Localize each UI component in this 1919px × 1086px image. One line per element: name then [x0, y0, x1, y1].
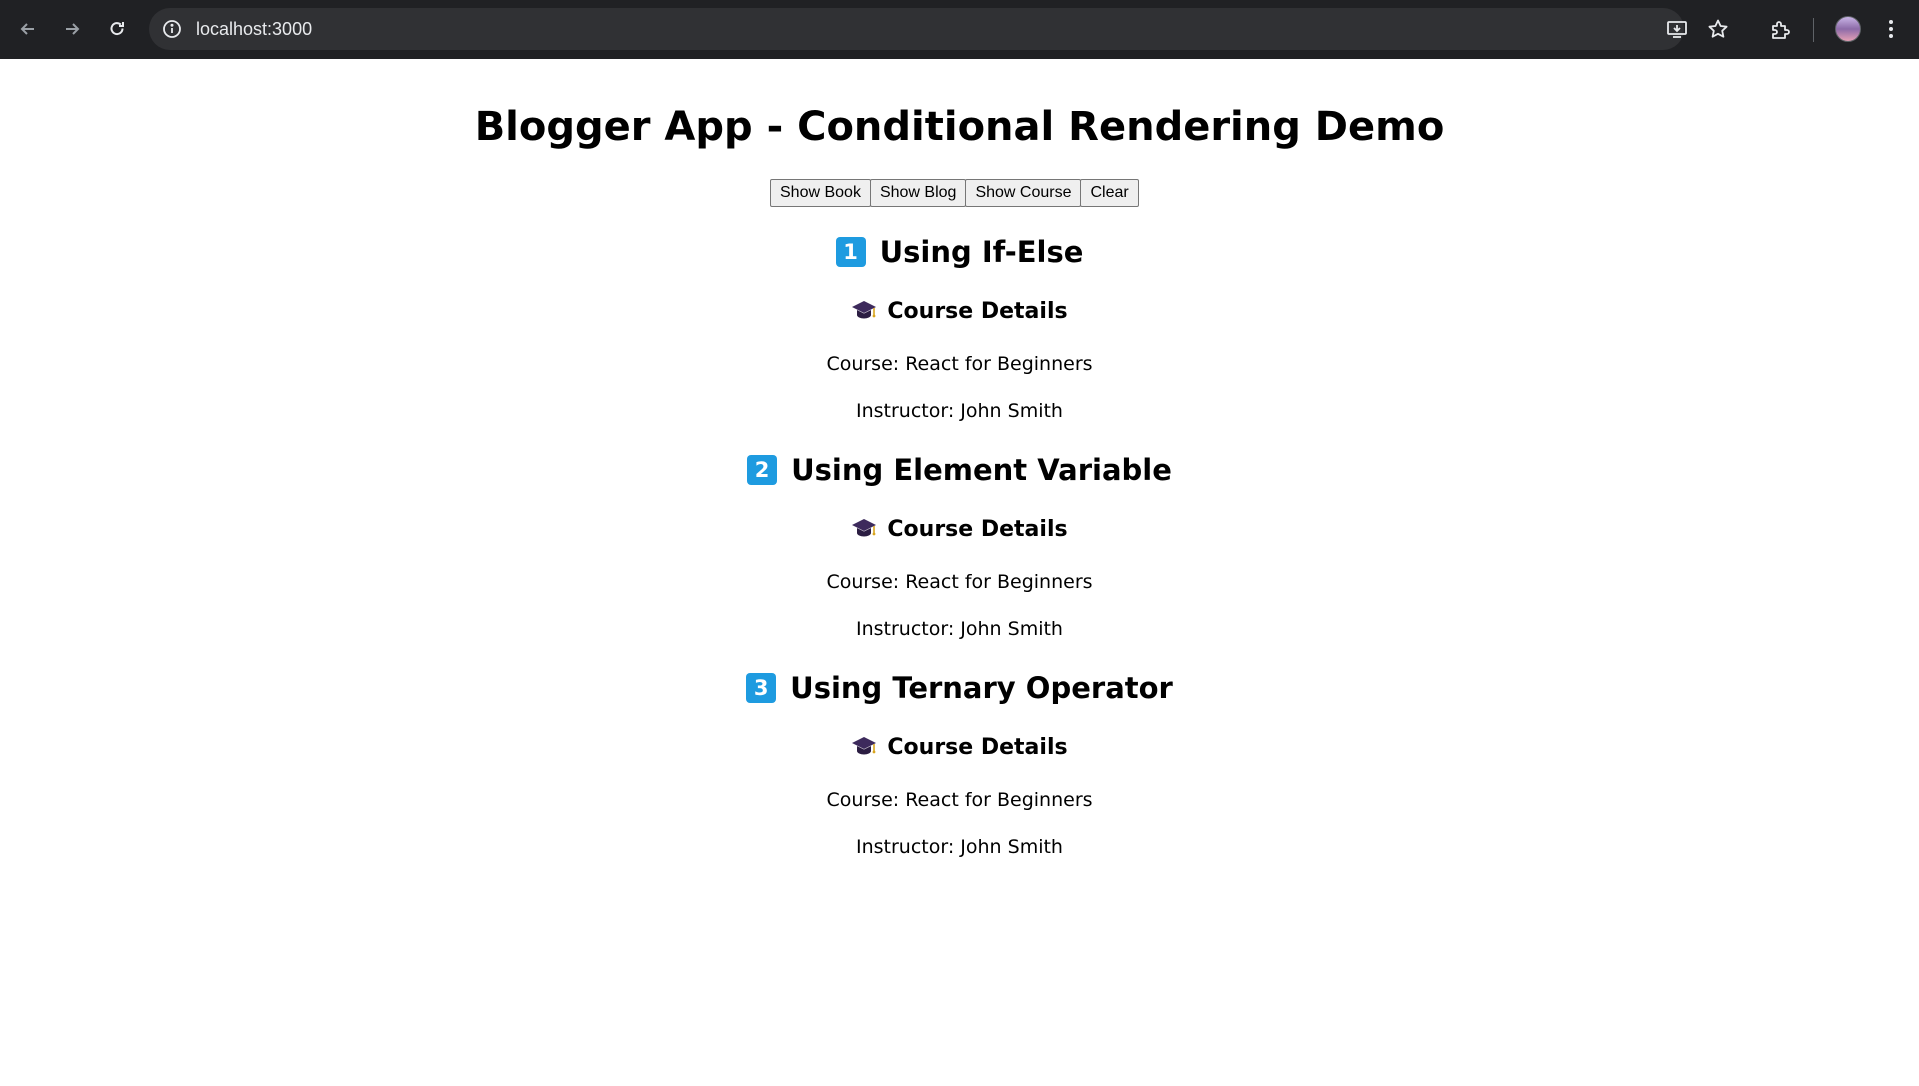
course-details-heading: Course Details [0, 516, 1919, 544]
section-if-else: 1 Using If-Else [0, 234, 1919, 270]
reload-icon[interactable] [103, 15, 131, 43]
show-course-button[interactable]: Show Course [965, 179, 1082, 207]
section-heading-text: Using Element Variable [791, 453, 1172, 487]
browser-toolbar: localhost:3000 [0, 0, 1919, 59]
course-name-text: Course: React for Beginners [826, 571, 1093, 593]
show-book-button[interactable]: Show Book [770, 179, 871, 207]
section-heading: 3 Using Ternary Operator [0, 670, 1919, 706]
keycap-number-icon: 1 [835, 237, 866, 267]
show-blog-button[interactable]: Show Blog [869, 179, 967, 207]
course-name-text: Course: React for Beginners [826, 353, 1093, 375]
back-arrow-icon[interactable] [14, 15, 42, 43]
keycap-number-icon: 3 [746, 673, 777, 703]
graduation-cap-icon [851, 517, 877, 539]
course-details-text: Course Details [887, 517, 1068, 542]
course-name-text: Course: React for Beginners [826, 789, 1093, 811]
instructor-text: Instructor: John Smith [856, 618, 1063, 640]
course-details-text: Course Details [887, 735, 1068, 760]
install-app-icon[interactable] [1666, 18, 1688, 40]
section-heading-text: Using If-Else [879, 235, 1084, 269]
toolbar-divider [1813, 18, 1814, 42]
section-ternary-operator: 3 Using Ternary Operator [0, 670, 1919, 706]
section-heading: 1 Using If-Else [0, 234, 1919, 270]
section-heading-text: Using Ternary Operator [790, 671, 1173, 705]
url-text[interactable]: localhost:3000 [196, 18, 312, 40]
button-group: Show Book Show Blog Show Course Clear [770, 179, 1139, 207]
page-title: Blogger App - Conditional Rendering Demo [474, 104, 1445, 150]
course-details-text: Course Details [887, 299, 1068, 324]
kebab-menu-icon[interactable] [1885, 16, 1897, 42]
star-icon[interactable] [1707, 18, 1729, 40]
clear-button[interactable]: Clear [1080, 179, 1139, 207]
course-details-heading: Course Details [0, 734, 1919, 762]
address-bar[interactable]: localhost:3000 [149, 8, 1728, 50]
instructor-text: Instructor: John Smith [856, 836, 1063, 858]
info-icon[interactable] [162, 19, 182, 39]
puzzle-icon[interactable] [1769, 18, 1793, 42]
instructor-text: Instructor: John Smith [856, 400, 1063, 422]
course-details-heading: Course Details [0, 298, 1919, 326]
graduation-cap-icon [851, 299, 877, 321]
section-element-variable: 2 Using Element Variable [0, 452, 1919, 488]
section-heading: 2 Using Element Variable [0, 452, 1919, 488]
page-content: Blogger App - Conditional Rendering Demo… [0, 59, 1919, 1086]
forward-arrow-icon[interactable] [58, 15, 86, 43]
keycap-number-icon: 2 [747, 455, 778, 485]
avatar[interactable] [1835, 16, 1861, 42]
graduation-cap-icon [851, 735, 877, 757]
